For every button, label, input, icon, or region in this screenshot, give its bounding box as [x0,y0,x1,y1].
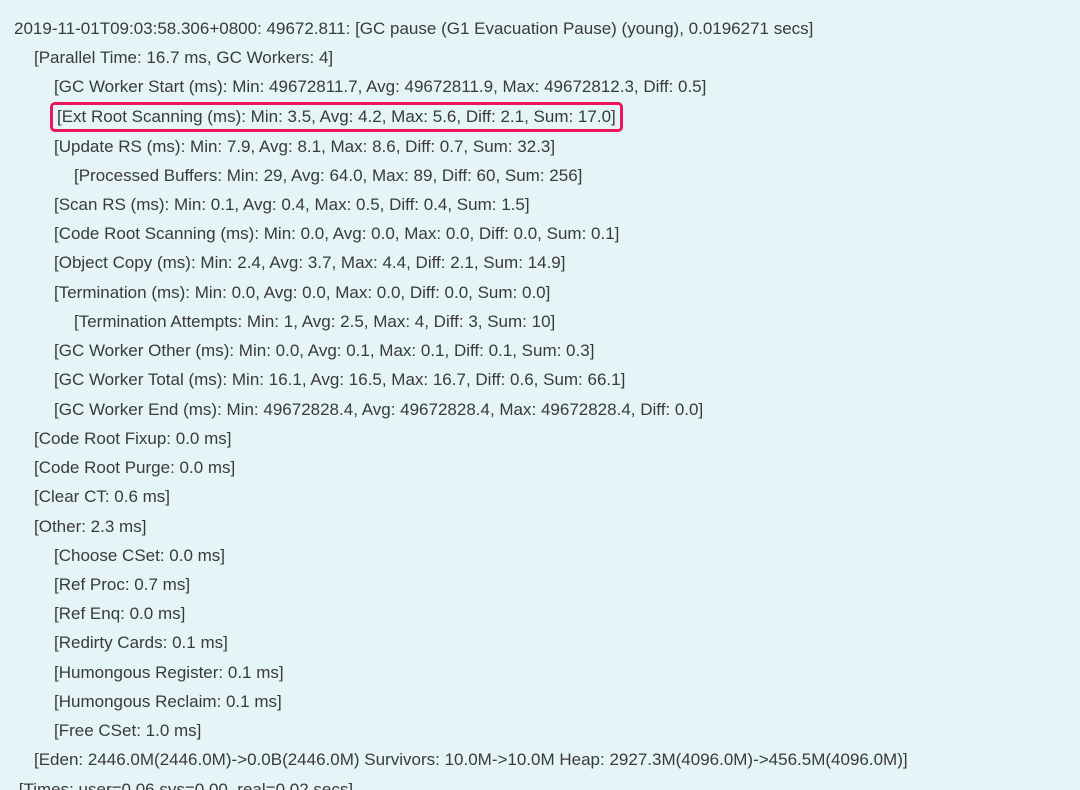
log-text: [Termination Attempts: Min: 1, Avg: 2.5,… [74,312,555,331]
log-line: [Times: user=0.06 sys=0.00, real=0.02 se… [14,775,1070,790]
log-text: [Humongous Register: 0.1 ms] [54,663,284,682]
log-line: [Ref Proc: 0.7 ms] [14,570,1070,599]
log-text: [Parallel Time: 16.7 ms, GC Workers: 4] [34,48,333,67]
log-text: [Object Copy (ms): Min: 2.4, Avg: 3.7, M… [54,253,565,272]
log-line: [Humongous Register: 0.1 ms] [14,658,1070,687]
log-text: [Choose CSet: 0.0 ms] [54,546,225,565]
log-line: [Update RS (ms): Min: 7.9, Avg: 8.1, Max… [14,132,1070,161]
log-text: [Humongous Reclaim: 0.1 ms] [54,692,282,711]
log-line: [Redirty Cards: 0.1 ms] [14,628,1070,657]
log-text: [Other: 2.3 ms] [34,517,146,536]
log-line: [GC Worker Start (ms): Min: 49672811.7, … [14,72,1070,101]
log-line: [Ref Enq: 0.0 ms] [14,599,1070,628]
log-text: [Termination (ms): Min: 0.0, Avg: 0.0, M… [54,283,550,302]
log-line: [Humongous Reclaim: 0.1 ms] [14,687,1070,716]
log-text: [Update RS (ms): Min: 7.9, Avg: 8.1, Max… [54,137,555,156]
log-line: [Termination Attempts: Min: 1, Avg: 2.5,… [14,307,1070,336]
log-line: [Object Copy (ms): Min: 2.4, Avg: 3.7, M… [14,248,1070,277]
log-line: [Code Root Scanning (ms): Min: 0.0, Avg:… [14,219,1070,248]
highlighted-line: [Ext Root Scanning (ms): Min: 3.5, Avg: … [50,102,623,132]
log-text: [GC Worker End (ms): Min: 49672828.4, Av… [54,400,703,419]
log-text: [Scan RS (ms): Min: 0.1, Avg: 0.4, Max: … [54,195,530,214]
log-text: [Ref Proc: 0.7 ms] [54,575,190,594]
log-line: [Code Root Fixup: 0.0 ms] [14,424,1070,453]
log-line: [Parallel Time: 16.7 ms, GC Workers: 4] [14,43,1070,72]
log-text: [Eden: 2446.0M(2446.0M)->0.0B(2446.0M) S… [34,750,908,769]
log-text: [GC Worker Start (ms): Min: 49672811.7, … [54,77,706,96]
gc-log-block: 2019-11-01T09:03:58.306+0800: 49672.811:… [0,0,1080,790]
log-line: [Scan RS (ms): Min: 0.1, Avg: 0.4, Max: … [14,190,1070,219]
log-line: [Processed Buffers: Min: 29, Avg: 64.0, … [14,161,1070,190]
log-text: 2019-11-01T09:03:58.306+0800: 49672.811:… [14,19,813,38]
log-text: [Redirty Cards: 0.1 ms] [54,633,228,652]
log-text: [Processed Buffers: Min: 29, Avg: 64.0, … [74,166,582,185]
log-line: [Eden: 2446.0M(2446.0M)->0.0B(2446.0M) S… [14,745,1070,774]
log-text: [Code Root Fixup: 0.0 ms] [34,429,231,448]
log-line: [Clear CT: 0.6 ms] [14,482,1070,511]
log-line: [Code Root Purge: 0.0 ms] [14,453,1070,482]
log-line: [Choose CSet: 0.0 ms] [14,541,1070,570]
log-text: [Ref Enq: 0.0 ms] [54,604,185,623]
log-line: [GC Worker Total (ms): Min: 16.1, Avg: 1… [14,365,1070,394]
log-text: [Free CSet: 1.0 ms] [54,721,201,740]
log-text: [GC Worker Other (ms): Min: 0.0, Avg: 0.… [54,341,594,360]
log-text: [GC Worker Total (ms): Min: 16.1, Avg: 1… [54,370,625,389]
log-line: [GC Worker End (ms): Min: 49672828.4, Av… [14,395,1070,424]
log-line: [Ext Root Scanning (ms): Min: 3.5, Avg: … [14,102,1070,132]
log-text: [Code Root Purge: 0.0 ms] [34,458,235,477]
log-line: [Free CSet: 1.0 ms] [14,716,1070,745]
log-line: [Other: 2.3 ms] [14,512,1070,541]
log-line: [Termination (ms): Min: 0.0, Avg: 0.0, M… [14,278,1070,307]
log-line: [GC Worker Other (ms): Min: 0.0, Avg: 0.… [14,336,1070,365]
log-text: [Code Root Scanning (ms): Min: 0.0, Avg:… [54,224,619,243]
log-line: 2019-11-01T09:03:58.306+0800: 49672.811:… [14,14,1070,43]
log-text: [Times: user=0.06 sys=0.00, real=0.02 se… [14,780,353,790]
log-text: [Clear CT: 0.6 ms] [34,487,170,506]
